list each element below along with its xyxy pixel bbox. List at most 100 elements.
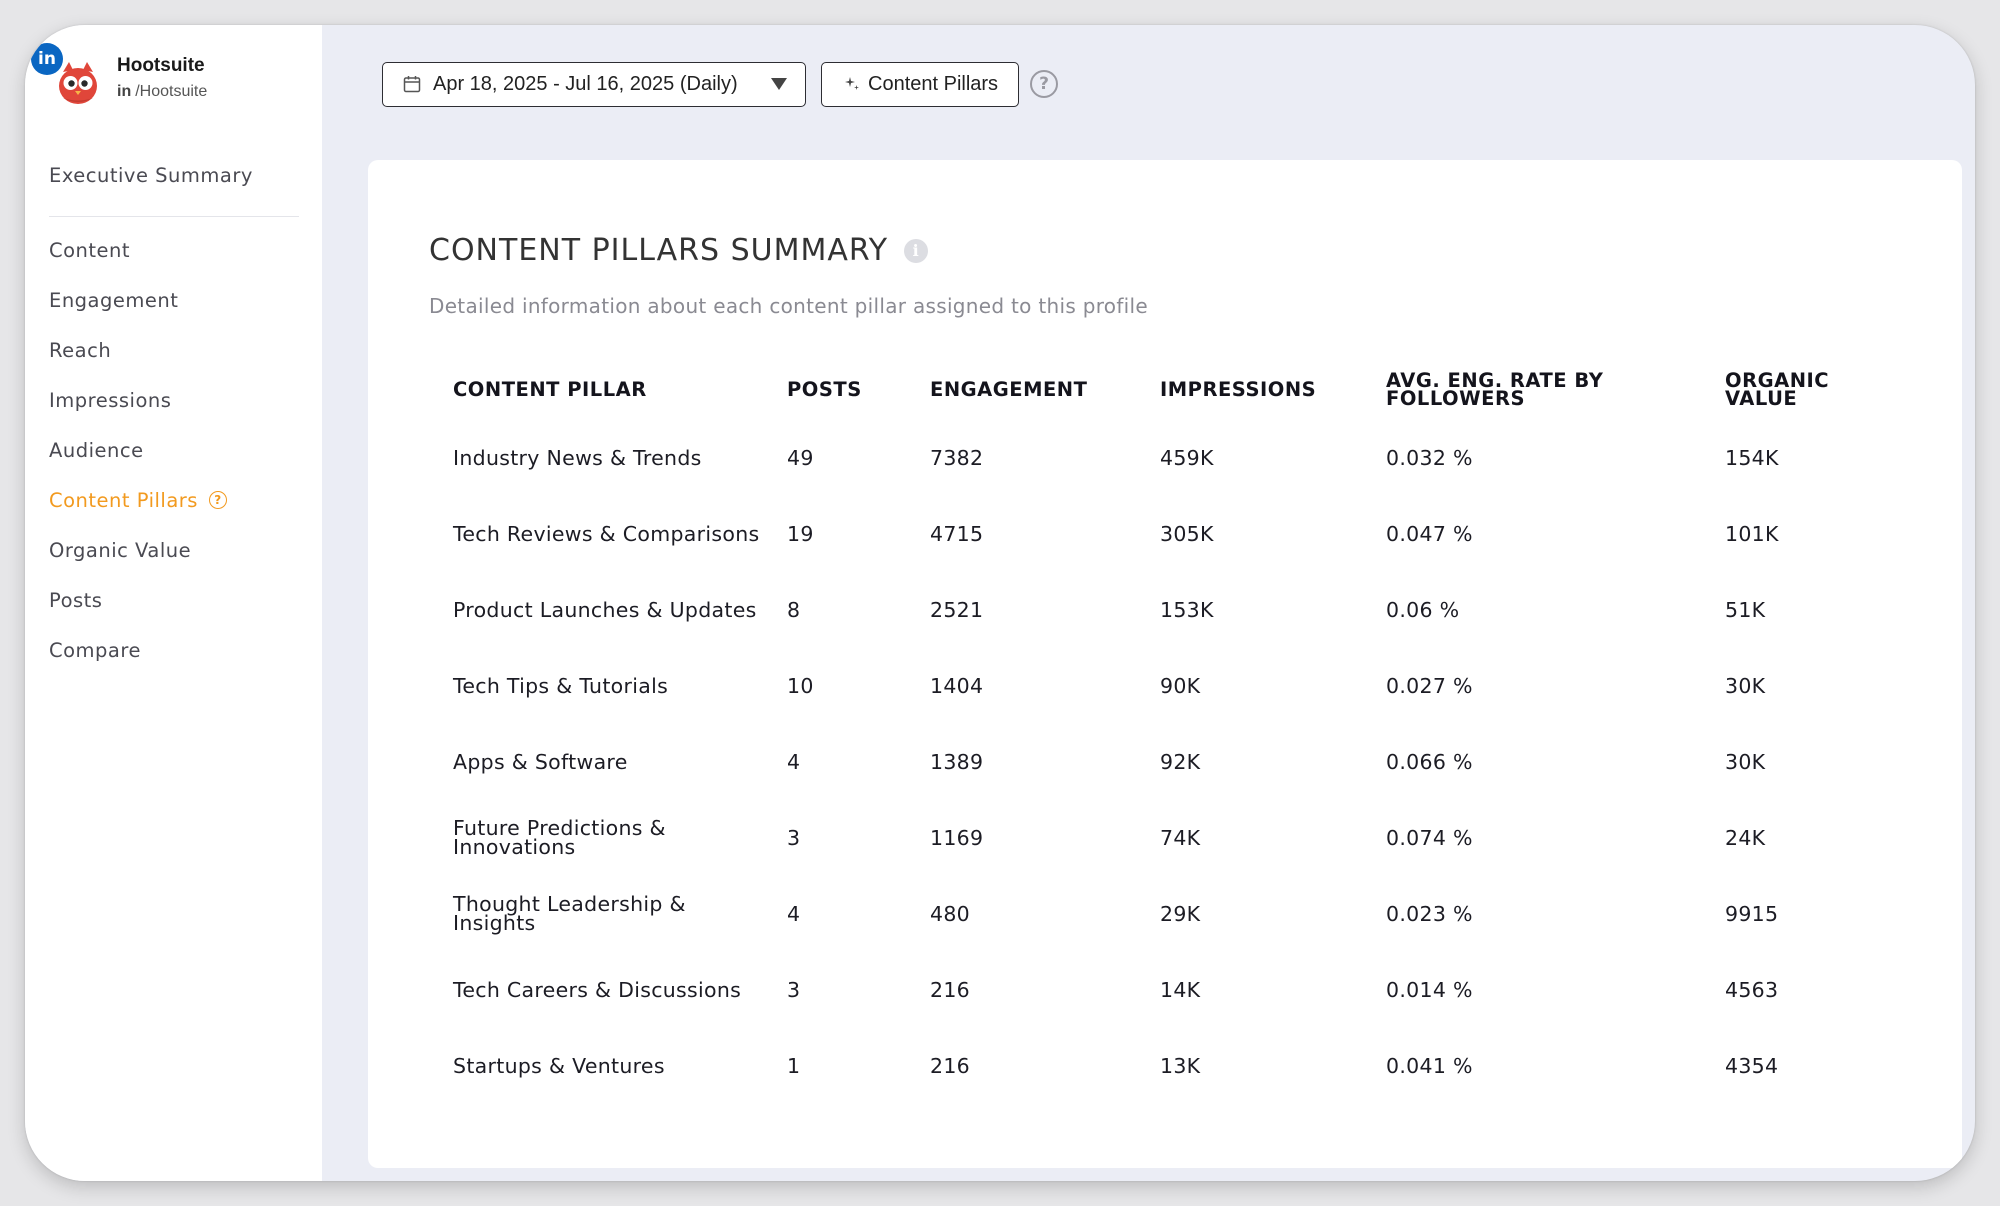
app-window: in Hootsuite in/Hootsuite Executive Summ… bbox=[25, 25, 1975, 1181]
sidebar-item-executive-summary[interactable]: Executive Summary bbox=[49, 160, 299, 217]
date-range-label: Apr 18, 2025 - Jul 16, 2025 (Daily) bbox=[433, 72, 738, 95]
sidebar-item-label: Reach bbox=[49, 338, 112, 362]
avg-eng-rate-cell: 0.06 % bbox=[1386, 597, 1460, 622]
chevron-down-icon bbox=[771, 78, 787, 90]
engagement-cell: 4715 bbox=[930, 521, 984, 546]
impressions-cell: 74K bbox=[1160, 825, 1201, 850]
posts-cell: 4 bbox=[787, 901, 801, 926]
engagement-cell: 1404 bbox=[930, 673, 984, 698]
content-pillars-card: CONTENT PILLARS SUMMARY i Detailed infor… bbox=[368, 160, 1962, 1168]
avg-eng-rate-cell: 0.032 % bbox=[1386, 445, 1473, 470]
pillar-name-cell: Tech Careers & Discussions bbox=[453, 977, 742, 1002]
table-row: Apps & Software 4 1389 92K 0.066 % 30K bbox=[453, 724, 1875, 800]
info-icon[interactable]: i bbox=[904, 238, 929, 263]
avg-eng-rate-cell: 0.027 % bbox=[1386, 673, 1473, 698]
sidebar-item-posts[interactable]: Posts bbox=[49, 575, 299, 625]
profile-name: Hootsuite bbox=[117, 55, 205, 76]
avg-eng-rate-cell: 0.023 % bbox=[1386, 901, 1473, 926]
impressions-cell: 305K bbox=[1160, 521, 1214, 546]
sidebar-item-organic-value[interactable]: Organic Value bbox=[49, 525, 299, 575]
sidebar-item-engagement[interactable]: Engagement bbox=[49, 275, 299, 325]
column-header-posts[interactable]: POSTS bbox=[787, 360, 930, 420]
organic-value-cell: 4563 bbox=[1725, 977, 1779, 1002]
organic-value-cell: 30K bbox=[1725, 749, 1766, 774]
organic-value-cell: 30K bbox=[1725, 673, 1766, 698]
sidebar-item-label: Organic Value bbox=[49, 538, 192, 562]
date-range-picker[interactable]: Apr 18, 2025 - Jul 16, 2025 (Daily) bbox=[382, 61, 806, 107]
profile-handle: in/Hootsuite bbox=[117, 83, 207, 101]
pillar-name-cell: Tech Reviews & Comparisons bbox=[453, 521, 760, 546]
engagement-cell: 480 bbox=[930, 901, 971, 926]
sidebar-item-label: Compare bbox=[49, 638, 141, 662]
content-pillars-button-label: Content Pillars bbox=[868, 72, 999, 95]
posts-cell: 10 bbox=[787, 673, 814, 698]
sidebar: in Hootsuite in/Hootsuite Executive Summ… bbox=[25, 25, 322, 1181]
help-icon[interactable]: ? bbox=[1030, 70, 1059, 98]
engagement-cell: 1389 bbox=[930, 749, 984, 774]
impressions-cell: 14K bbox=[1160, 977, 1201, 1002]
profile-handle-text: /Hootsuite bbox=[135, 83, 208, 100]
avg-eng-rate-cell: 0.041 % bbox=[1386, 1053, 1473, 1078]
table-row: Tech Careers & Discussions 3 216 14K 0.0… bbox=[453, 952, 1875, 1028]
posts-cell: 8 bbox=[787, 597, 801, 622]
table-row: Tech Reviews & Comparisons 19 4715 305K … bbox=[453, 496, 1875, 572]
pillar-name-cell: Apps & Software bbox=[453, 749, 628, 774]
posts-cell: 19 bbox=[787, 521, 814, 546]
pillar-name-cell: Tech Tips & Tutorials bbox=[453, 673, 669, 698]
content-pillars-button[interactable]: Content Pillars bbox=[821, 61, 1020, 107]
engagement-cell: 2521 bbox=[930, 597, 984, 622]
impressions-cell: 13K bbox=[1160, 1053, 1201, 1078]
impressions-cell: 90K bbox=[1160, 673, 1201, 698]
table-row: Product Launches & Updates 8 2521 153K 0… bbox=[453, 572, 1875, 648]
impressions-cell: 29K bbox=[1160, 901, 1201, 926]
pillar-name-cell: Future Predictions & Innovations bbox=[453, 816, 666, 859]
sidebar-item-label: Impressions bbox=[49, 388, 172, 412]
table-row: Startups & Ventures 1 216 13K 0.041 % 43… bbox=[453, 1028, 1875, 1104]
card-title-text: CONTENT PILLARS SUMMARY bbox=[429, 233, 889, 268]
engagement-cell: 216 bbox=[930, 1053, 971, 1078]
avg-eng-rate-cell: 0.066 % bbox=[1386, 749, 1473, 774]
impressions-cell: 92K bbox=[1160, 749, 1201, 774]
sidebar-item-content[interactable]: Content bbox=[49, 225, 299, 275]
column-header-content-pillar[interactable]: CONTENT PILLAR bbox=[453, 360, 787, 420]
sidebar-item-label: Posts bbox=[49, 588, 103, 612]
table-row: Tech Tips & Tutorials 10 1404 90K 0.027 … bbox=[453, 648, 1875, 724]
sidebar-item-compare[interactable]: Compare bbox=[49, 625, 299, 675]
sidebar-nav: Executive Summary Content Engagement Rea… bbox=[49, 160, 299, 675]
engagement-cell: 7382 bbox=[930, 445, 984, 470]
sidebar-item-impressions[interactable]: Impressions bbox=[49, 375, 299, 425]
organic-value-cell: 24K bbox=[1725, 825, 1766, 850]
avg-eng-rate-cell: 0.014 % bbox=[1386, 977, 1473, 1002]
sidebar-item-audience[interactable]: Audience bbox=[49, 425, 299, 475]
card-title: CONTENT PILLARS SUMMARY i bbox=[429, 233, 929, 268]
organic-value-cell: 9915 bbox=[1725, 901, 1779, 926]
table-row: Future Predictions & Innovations 3 1169 … bbox=[453, 800, 1875, 876]
column-header-engagement[interactable]: ENGAGEMENT bbox=[930, 360, 1160, 420]
hootsuite-owl-logo bbox=[59, 62, 97, 104]
table-header-row: CONTENT PILLAR POSTS ENGAGEMENT IMPRESSI… bbox=[453, 360, 1875, 420]
posts-cell: 3 bbox=[787, 977, 801, 1002]
organic-value-cell: 4354 bbox=[1725, 1053, 1779, 1078]
engagement-cell: 1169 bbox=[930, 825, 984, 850]
posts-cell: 3 bbox=[787, 825, 801, 850]
sidebar-item-content-pillars[interactable]: Content Pillars ? bbox=[49, 475, 299, 525]
pillar-name-cell: Startups & Ventures bbox=[453, 1053, 665, 1078]
posts-cell: 1 bbox=[787, 1053, 801, 1078]
sidebar-item-label: Content Pillars bbox=[49, 488, 198, 512]
content-pillars-table: CONTENT PILLAR POSTS ENGAGEMENT IMPRESSI… bbox=[453, 360, 1875, 1104]
column-header-impressions[interactable]: IMPRESSIONS bbox=[1160, 360, 1386, 420]
column-header-avg-eng-rate[interactable]: AVG. ENG. RATE BY FOLLOWERS bbox=[1386, 360, 1725, 420]
profile-header[interactable]: in Hootsuite in/Hootsuite bbox=[25, 25, 322, 125]
posts-cell: 4 bbox=[787, 749, 801, 774]
column-header-organic-value[interactable]: ORGANIC VALUE bbox=[1725, 360, 1875, 420]
card-subtitle: Detailed information about each content … bbox=[429, 294, 1148, 318]
calendar-icon bbox=[403, 76, 421, 93]
help-circle-icon[interactable]: ? bbox=[208, 491, 227, 509]
toolbar: Apr 18, 2025 - Jul 16, 2025 (Daily) Cont… bbox=[382, 60, 1059, 108]
linkedin-handle-icon: in bbox=[117, 83, 132, 100]
table-row: Thought Leadership & Insights 4 480 29K … bbox=[453, 876, 1875, 952]
sidebar-item-reach[interactable]: Reach bbox=[49, 325, 299, 375]
organic-value-cell: 51K bbox=[1725, 597, 1766, 622]
pillar-name-cell: Industry News & Trends bbox=[453, 445, 702, 470]
impressions-cell: 153K bbox=[1160, 597, 1214, 622]
